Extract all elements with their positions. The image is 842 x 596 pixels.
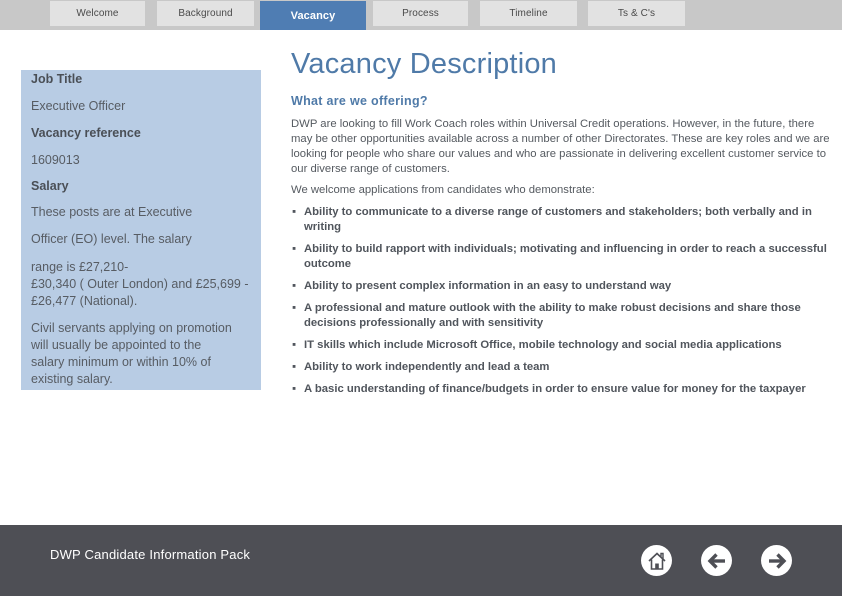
promotion-text-line: salary minimum or within 10% of: [31, 355, 211, 369]
tab-background[interactable]: Background: [157, 1, 254, 26]
list-item: ▪ A professional and mature outlook with …: [291, 301, 836, 331]
list-item-text: IT skills which include Microsoft Office…: [304, 339, 782, 351]
list-item-text: Ability to present complex information i…: [304, 280, 672, 292]
back-button[interactable]: [701, 545, 732, 576]
home-icon: [647, 551, 666, 570]
list-item-text: Ability to build rapport with individual…: [304, 243, 827, 270]
vacancy-summary-panel: Job Title Executive Officer Vacancy refe…: [21, 70, 261, 390]
bullet-icon: ▪: [292, 302, 297, 314]
salary-text-line: range is £27,210-: [31, 260, 129, 274]
home-button[interactable]: [641, 545, 672, 576]
next-button[interactable]: [761, 545, 792, 576]
arrow-left-icon: [707, 552, 725, 569]
list-item: ▪ Ability to build rapport with individua…: [291, 242, 836, 272]
top-navigation-bar: Welcome Background Vacancy Process Timel…: [0, 0, 842, 30]
job-title-label: Job Title: [31, 72, 83, 86]
list-item-text: A basic understanding of finance/budgets…: [304, 383, 806, 395]
list-item: ▪ Ability to communicate to a diverse ran…: [291, 205, 836, 235]
tab-process[interactable]: Process: [373, 1, 468, 26]
bullet-icon: ▪: [292, 206, 297, 218]
vacancy-reference-label: Vacancy reference: [31, 126, 141, 140]
salary-text-line: £30,340 ( Outer London) and £25,699 -: [31, 277, 249, 291]
list-item: ▪ Ability to work independently and lead …: [291, 360, 836, 375]
promotion-text-line: will usually be appointed to the: [31, 338, 202, 352]
arrow-right-icon: [768, 552, 786, 569]
tab-ts-and-cs[interactable]: Ts & C's: [588, 1, 685, 26]
requirements-list: ▪ Ability to communicate to a diverse ran…: [291, 205, 836, 404]
promotion-text-line: existing salary.: [31, 372, 113, 386]
footer-bar: DWP Candidate Information Pack: [0, 525, 842, 596]
salary-text-line: £26,477 (National).: [31, 294, 138, 308]
bullet-icon: ▪: [292, 383, 297, 395]
tab-timeline[interactable]: Timeline: [480, 1, 577, 26]
bullet-icon: ▪: [292, 361, 297, 373]
welcome-paragraph: We welcome applications from candidates …: [291, 184, 595, 196]
page-title: Vacancy Description: [291, 48, 557, 80]
tab-vacancy[interactable]: Vacancy: [260, 1, 366, 30]
bullet-icon: ▪: [292, 280, 297, 292]
vacancy-reference-value: 1609013: [31, 153, 80, 167]
list-item-text: A professional and mature outlook with t…: [304, 302, 801, 329]
list-item: ▪ IT skills which include Microsoft Offic…: [291, 338, 836, 353]
salary-text-line: These posts are at Executive: [31, 205, 193, 219]
promotion-text-line: Civil servants applying on promotion: [31, 321, 232, 335]
job-title-value: Executive Officer: [31, 99, 126, 113]
salary-text-line: Officer (EO) level. The salary: [31, 232, 192, 246]
list-item-text: Ability to work independently and lead a…: [304, 361, 550, 373]
tab-welcome[interactable]: Welcome: [50, 1, 145, 26]
list-item: ▪ A basic understanding of finance/budget…: [291, 382, 836, 397]
list-item: ▪ Ability to present complex information …: [291, 279, 836, 294]
bullet-icon: ▪: [292, 243, 297, 255]
list-item-text: Ability to communicate to a diverse rang…: [304, 206, 812, 233]
intro-paragraph: DWP are looking to fill Work Coach roles…: [291, 118, 830, 175]
bullet-icon: ▪: [292, 339, 297, 351]
footer-title: DWP Candidate Information Pack: [50, 547, 251, 562]
section-heading: What are we offering?: [291, 94, 428, 108]
salary-label: Salary: [31, 179, 69, 193]
